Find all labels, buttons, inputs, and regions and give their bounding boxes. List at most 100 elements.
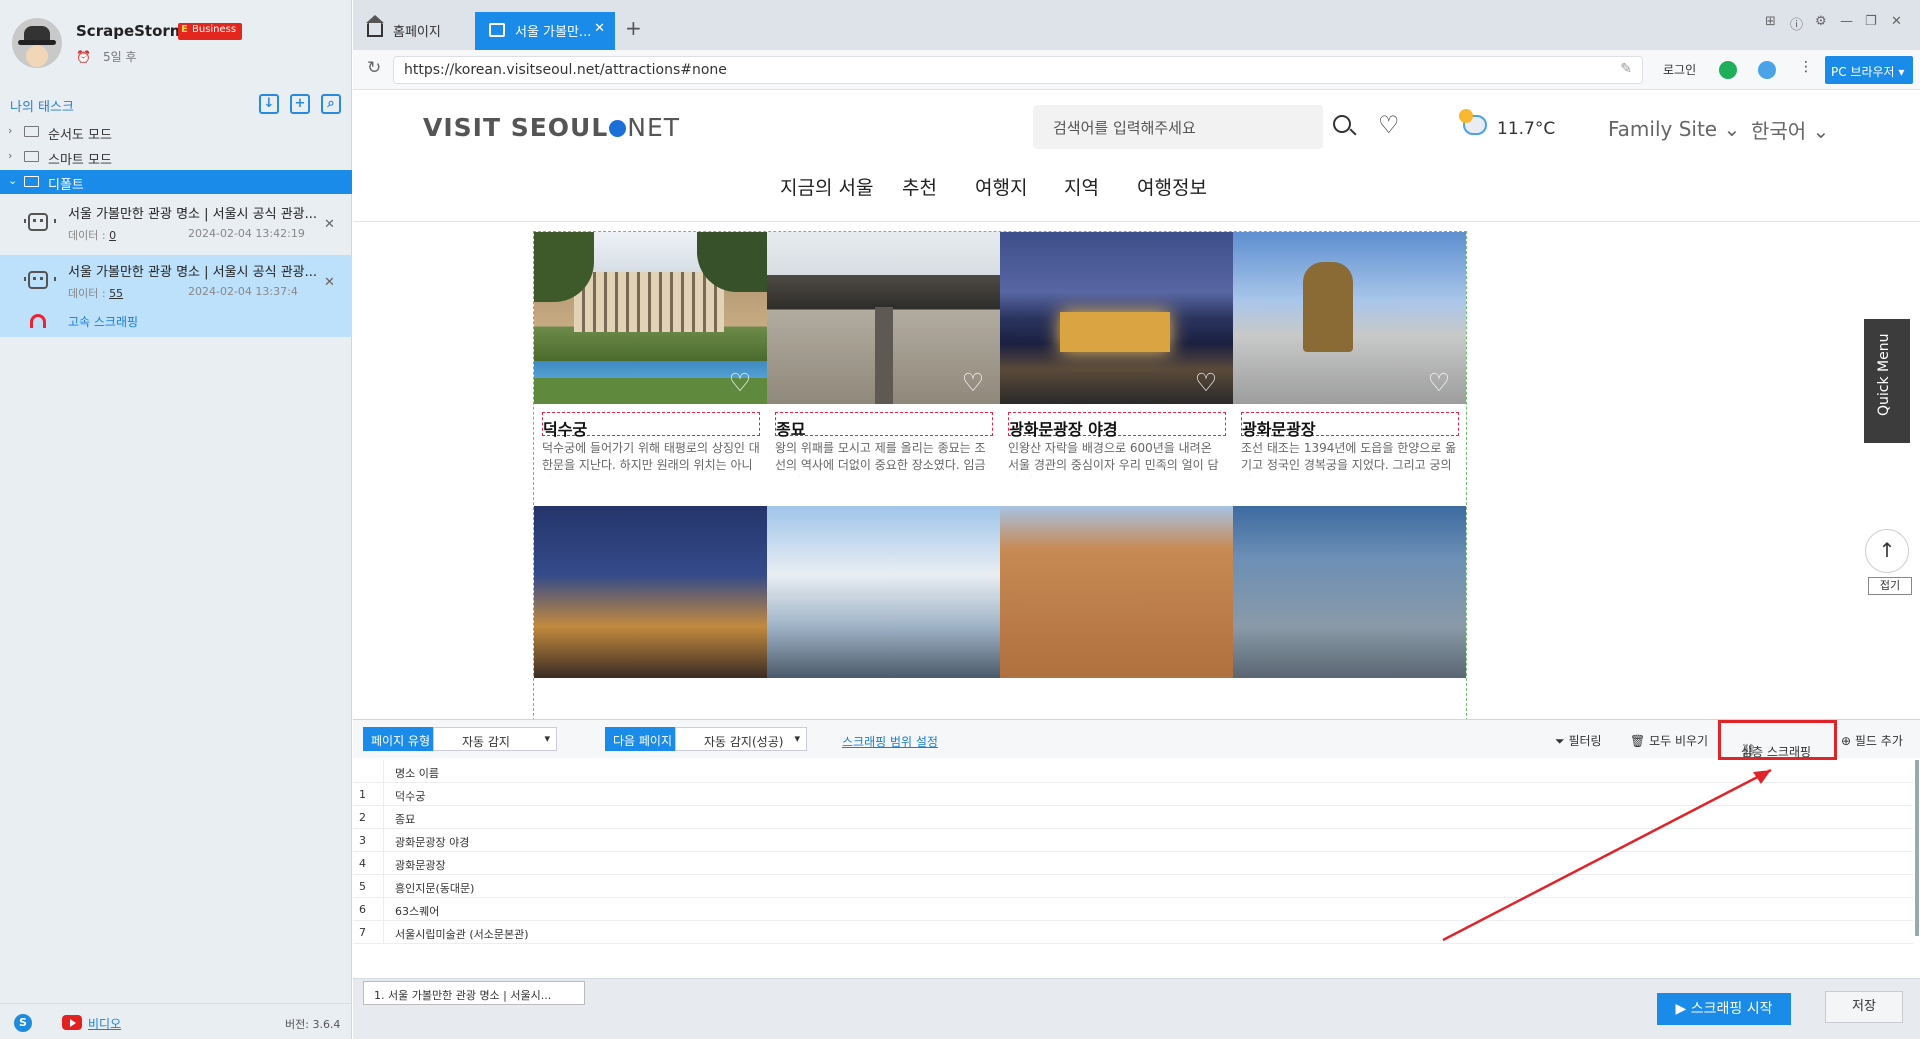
url-text: https://korean.visitseoul.net/attraction… xyxy=(404,62,727,78)
fold-button[interactable]: 접기 xyxy=(1868,577,1912,595)
temperature: 11.7°C xyxy=(1497,119,1556,139)
profile-icon[interactable] xyxy=(1758,61,1776,79)
data-label: 데이터 : xyxy=(68,287,106,300)
tasks-title: 나의 태스크 xyxy=(10,100,74,115)
save-button[interactable]: 저장 xyxy=(1825,991,1903,1023)
gift-icon[interactable]: ⊞ xyxy=(1765,14,1776,29)
close-icon[interactable]: ✕ xyxy=(324,217,335,232)
attraction-card[interactable]: ♡ 덕수궁 덕수궁에 들어가기 위해 태평로의 상징인 대한문을 지난다. 하지… xyxy=(534,232,767,476)
home-icon xyxy=(366,15,384,37)
chevron-right-icon: › xyxy=(8,124,13,137)
arrow-up-icon[interactable]: ↑ xyxy=(1865,529,1909,573)
youtube-icon[interactable] xyxy=(62,1015,82,1030)
gear-icon[interactable]: ⚙ xyxy=(1815,14,1827,29)
tree-label: 디폴트 xyxy=(48,178,84,193)
new-tab-icon[interactable]: + xyxy=(625,16,642,40)
more-icon[interactable]: ⋮ xyxy=(1799,59,1813,75)
alarm-clock-icon: ⏰ xyxy=(76,50,91,64)
folder-icon xyxy=(24,176,39,187)
skype-icon[interactable]: S xyxy=(14,1014,32,1032)
heart-icon[interactable]: ♡ xyxy=(1378,111,1400,139)
close-window-icon[interactable]: ✕ xyxy=(1891,14,1902,29)
heart-icon[interactable]: ♡ xyxy=(1426,370,1452,396)
nav-region[interactable]: 지역 xyxy=(1064,173,1099,200)
task-time: 2024-02-04 13:37:4 xyxy=(188,285,298,298)
expiry: ⏰ 5일 후 xyxy=(76,48,136,65)
family-site-select[interactable]: Family Site ⌄ xyxy=(1608,117,1740,141)
task-data: 데이터 : 0 xyxy=(68,227,116,243)
attraction-card[interactable] xyxy=(534,506,767,678)
attraction-card[interactable] xyxy=(767,506,1000,678)
quick-menu-button[interactable]: Quick Menu xyxy=(1864,319,1910,443)
attraction-card[interactable]: ♡ 광화문광장 야경 인왕산 자락을 배경으로 600년을 내려온 서울 경관의… xyxy=(1000,232,1233,476)
attraction-desc: 왕의 위패를 모시고 제를 올리는 종묘는 조선의 역사에 더없이 중요한 장소… xyxy=(775,441,986,476)
logo-dot-icon xyxy=(609,120,627,137)
tree-default[interactable]: ⌄ 디폴트 xyxy=(0,170,352,194)
task-item[interactable]: 서울 가볼만한 관광 명소 | 서울시 공식 관광... 데이터 : 0 202… xyxy=(0,197,352,255)
reload-icon[interactable]: ↻ xyxy=(367,58,381,78)
attraction-desc: 조선 태조는 1394년에 도읍을 한양으로 옮기고 정국인 경복궁을 지었다.… xyxy=(1241,441,1457,476)
tab-home[interactable]: 홈페이지 xyxy=(353,12,473,50)
attraction-photo xyxy=(767,506,1000,678)
robot-icon xyxy=(24,271,56,289)
sidebar-footer: S 비디오 버전: 3.6.4 xyxy=(0,1003,352,1039)
site-search-input[interactable]: 검색어를 입력해주세요 xyxy=(1033,105,1323,149)
nav-now-seoul[interactable]: 지금의 서울 xyxy=(780,173,873,200)
extension-icon[interactable] xyxy=(1719,61,1737,79)
attraction-card[interactable] xyxy=(1000,506,1233,678)
attraction-name: 종묘 xyxy=(775,412,993,439)
fast-scrape-label[interactable]: 고속 스크래핑 xyxy=(68,313,138,330)
panel-footer: 1. 서울 가볼만한 관광 명소 | 서울시... ▶ 스크래핑 시작 저장 xyxy=(353,978,1920,1039)
heart-icon[interactable]: ♡ xyxy=(960,370,986,396)
minimize-icon[interactable]: — xyxy=(1840,14,1853,29)
search-icon[interactable] xyxy=(1333,115,1351,133)
restore-icon[interactable]: ❐ xyxy=(1865,14,1877,29)
attraction-desc: 인왕산 자락을 배경으로 600년을 내려온 서울 경관의 중심이자 우리 민족… xyxy=(1008,441,1219,476)
search-task-icon[interactable]: ⌕ xyxy=(321,94,341,114)
video-link[interactable]: 비디오 xyxy=(88,1015,121,1032)
task-item-selected[interactable]: 서울 가볼만한 관광 명소 | 서울시 공식 관광... 데이터 : 55 20… xyxy=(0,255,352,337)
attraction-photo xyxy=(1233,506,1466,678)
plan-badge: Business xyxy=(178,23,243,40)
login-button[interactable]: 로그인 xyxy=(1663,61,1696,78)
attraction-card[interactable]: ♡ 광화문광장 조선 태조는 1394년에 도읍을 한양으로 옮기고 정국인 경… xyxy=(1233,232,1466,476)
version: 버전: 3.6.4 xyxy=(285,1018,341,1031)
close-icon[interactable]: ✕ xyxy=(594,21,605,36)
browser-area: 홈페이지 서울 가볼만... ✕ + ⊞ ⓘ ⚙ — ❐ ✕ ↻ https:/… xyxy=(353,0,1920,1039)
result-tab[interactable]: 1. 서울 가볼만한 관광 명소 | 서울시... xyxy=(363,981,585,1005)
attraction-name: 광화문광장 xyxy=(1241,412,1459,439)
task-time: 2024-02-04 13:42:19 xyxy=(188,227,305,240)
edit-icon[interactable]: ✎ xyxy=(1620,61,1632,77)
data-count[interactable]: 55 xyxy=(109,287,123,300)
attraction-grid: ♡ 덕수궁 덕수궁에 들어가기 위해 태평로의 상징인 대한문을 지난다. 하지… xyxy=(533,231,1467,719)
data-count[interactable]: 0 xyxy=(109,229,116,242)
close-icon[interactable]: ✕ xyxy=(324,275,335,290)
task-title: 서울 가볼만한 관광 명소 | 서울시 공식 관광... xyxy=(68,207,318,222)
nav-recommend[interactable]: 추천 xyxy=(902,173,937,200)
url-field[interactable]: https://korean.visitseoul.net/attraction… xyxy=(393,56,1643,84)
tree-label: 순서도 모드 xyxy=(48,128,112,143)
site-logo[interactable]: VISIT SEOUL NET xyxy=(423,113,680,142)
tree-smart-mode[interactable]: › 스마트 모드 xyxy=(0,145,352,169)
help-icon[interactable]: ⓘ xyxy=(1790,14,1803,33)
heart-icon[interactable]: ♡ xyxy=(727,370,753,396)
heart-icon[interactable]: ♡ xyxy=(1193,370,1219,396)
tree-flowchart-mode[interactable]: › 순서도 모드 xyxy=(0,120,352,144)
logo-net: NET xyxy=(627,113,681,142)
nav-travel-info[interactable]: 여행정보 xyxy=(1137,173,1207,200)
start-scrape-button[interactable]: ▶ 스크래핑 시작 xyxy=(1657,993,1791,1025)
tab-active[interactable]: 서울 가볼만... ✕ xyxy=(475,12,615,50)
new-task-icon[interactable]: + xyxy=(290,94,310,114)
account-header: ScrapeStorm Business ⏰ 5일 후 xyxy=(0,0,351,90)
task-data: 데이터 : 55 xyxy=(68,285,123,301)
nav-destinations[interactable]: 여행지 xyxy=(975,173,1027,200)
avatar[interactable] xyxy=(12,18,62,68)
task-title: 서울 가볼만한 관광 명소 | 서울시 공식 관광... xyxy=(68,265,318,280)
attraction-name: 덕수궁 xyxy=(542,412,760,439)
pc-browser-button[interactable]: PC 브라우저 ▾ xyxy=(1825,56,1913,84)
attraction-card[interactable] xyxy=(1233,506,1466,678)
language-select[interactable]: 한국어 ⌄ xyxy=(1751,115,1829,144)
import-task-icon[interactable]: ↓ xyxy=(259,94,279,114)
attraction-desc: 덕수궁에 들어가기 위해 태평로의 상징인 대한문을 지난다. 하지만 원래의 … xyxy=(542,441,760,476)
attraction-card[interactable]: ♡ 종묘 왕의 위패를 모시고 제를 올리는 종묘는 조선의 역사에 더없이 중… xyxy=(767,232,1000,476)
